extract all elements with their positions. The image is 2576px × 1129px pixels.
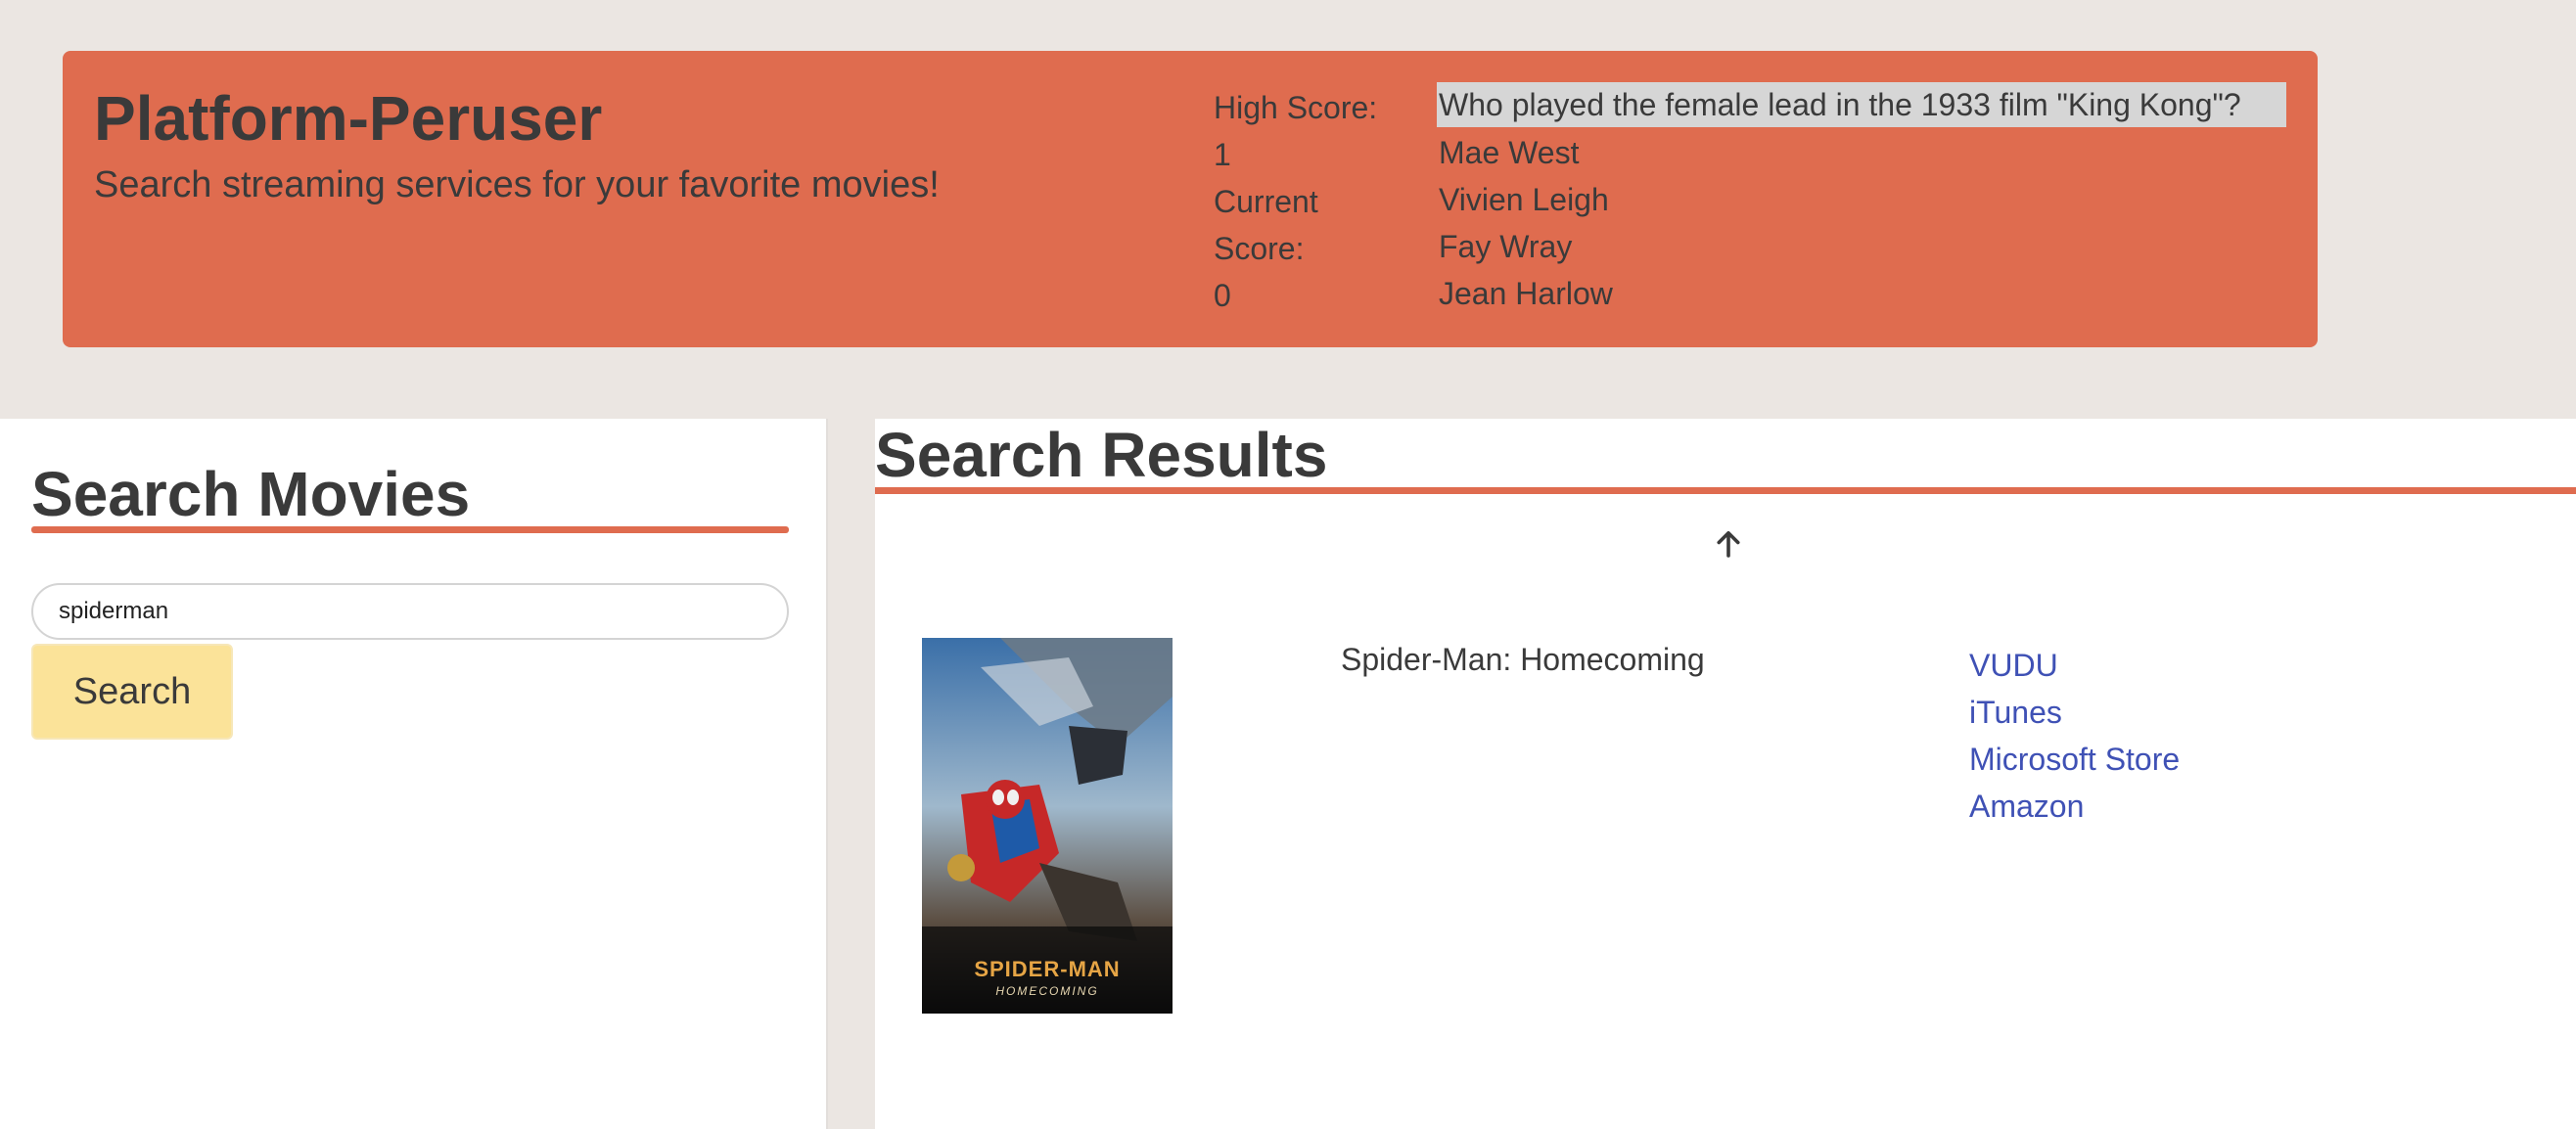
search-heading: Search Movies	[31, 459, 471, 529]
results-heading: Search Results	[875, 420, 1328, 490]
movie-poster[interactable]: SPIDER-MAN HOMECOMING	[922, 638, 1173, 1014]
trivia-option[interactable]: Jean Harlow	[1437, 268, 2286, 315]
header-banner: Platform-Peruser Search streaming servic…	[63, 51, 2318, 347]
high-score-value: 1	[1214, 137, 1231, 172]
provider-link[interactable]: Microsoft Store	[1969, 736, 2180, 783]
app-subtitle: Search streaming services for your favor…	[94, 164, 940, 205]
trivia-option[interactable]: Fay Wray	[1437, 221, 2286, 268]
current-score-value: 0	[1214, 278, 1231, 313]
score-panel: High Score: 1 Current Score: 0	[1214, 84, 1409, 319]
provider-link[interactable]: Amazon	[1969, 783, 2180, 830]
high-score-label: High Score:	[1214, 90, 1378, 125]
search-button[interactable]: Search	[31, 644, 233, 740]
trivia-option[interactable]: Vivien Leigh	[1437, 174, 2286, 221]
heading-underline	[31, 526, 789, 533]
poster-title: SPIDER-MAN	[974, 957, 1121, 981]
provider-link[interactable]: VUDU	[1969, 642, 2180, 689]
poster-subtitle: HOMECOMING	[995, 984, 1099, 998]
results-panel: Search Results SPIDER-MAN HOMECOMING Spi…	[875, 419, 2576, 1129]
current-score-label: Current	[1214, 184, 1318, 219]
app-title: Platform-Peruser	[94, 83, 603, 154]
trivia-question: Who played the female lead in the 1933 f…	[1437, 82, 2286, 127]
heading-underline	[875, 487, 2576, 494]
search-input[interactable]	[31, 583, 789, 640]
provider-list: VUDU iTunes Microsoft Store Amazon	[1969, 642, 2180, 830]
trivia-panel: Who played the female lead in the 1933 f…	[1437, 82, 2286, 315]
current-score-label-cont: Score:	[1214, 231, 1305, 266]
arrow-up-icon[interactable]	[1711, 526, 1746, 562]
trivia-option[interactable]: Mae West	[1437, 127, 2286, 174]
provider-link[interactable]: iTunes	[1969, 689, 2180, 736]
search-sidebar: Search Movies Search	[0, 419, 828, 1129]
movie-title: Spider-Man: Homecoming	[1341, 642, 1705, 677]
